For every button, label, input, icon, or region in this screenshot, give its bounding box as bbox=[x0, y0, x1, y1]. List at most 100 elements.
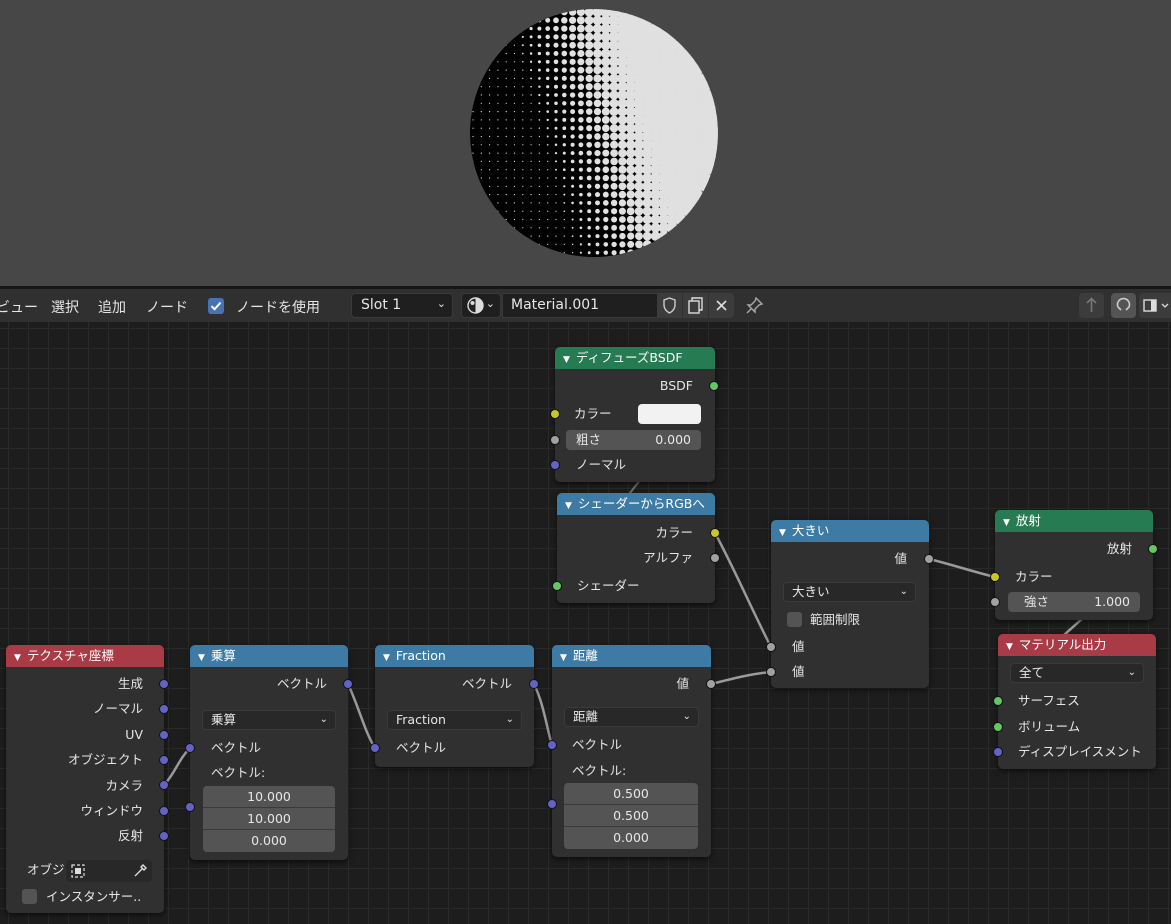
socket-texcoord-normal-out[interactable] bbox=[159, 704, 169, 714]
menu-node[interactable]: ノード bbox=[146, 297, 188, 317]
node-vector-distance[interactable]: ▼ 距離 値 距離 ⌄ ベクトル ベクトル: 0.500 0.500 0.000 bbox=[552, 645, 711, 857]
color-swatch[interactable] bbox=[638, 404, 701, 424]
material-browse-button[interactable]: ⌄ bbox=[461, 293, 501, 318]
vector-x-field[interactable]: 0.500 bbox=[564, 783, 698, 805]
collapse-triangle-icon[interactable]: ▼ bbox=[560, 653, 567, 663]
strength-field[interactable]: 強さ 1.000 bbox=[1008, 592, 1140, 612]
use-nodes-checkbox[interactable] bbox=[208, 298, 224, 314]
node-header[interactable]: ▼ 距離 bbox=[552, 645, 711, 667]
socket-diffuse-normal-in[interactable] bbox=[550, 460, 560, 470]
object-field[interactable] bbox=[66, 860, 152, 882]
socket-greater-value-out[interactable] bbox=[924, 554, 934, 564]
socket-distance-vector1-in[interactable] bbox=[547, 740, 557, 750]
roughness-label: 粗さ bbox=[576, 432, 602, 447]
sidebar-toggle-button[interactable] bbox=[1139, 293, 1171, 318]
socket-distance-value-out[interactable] bbox=[706, 679, 716, 689]
fake-user-button[interactable] bbox=[657, 293, 682, 318]
menu-view[interactable]: ビュー bbox=[0, 297, 38, 317]
collapse-triangle-icon[interactable]: ▼ bbox=[198, 653, 205, 663]
vector-value-stack: 10.000 10.000 0.000 bbox=[203, 786, 335, 852]
collapse-triangle-icon[interactable]: ▼ bbox=[565, 501, 572, 511]
socket-multiply-vector1-in[interactable] bbox=[185, 743, 195, 753]
socket-diffuse-roughness-in[interactable] bbox=[550, 435, 560, 445]
node-header[interactable]: ▼ Fraction bbox=[375, 645, 534, 667]
clamp-checkbox[interactable] bbox=[787, 612, 802, 627]
node-header[interactable]: ▼ 乗算 bbox=[190, 645, 348, 667]
node-header[interactable]: ▼ 大きい bbox=[771, 520, 929, 542]
node-vector-multiply[interactable]: ▼ 乗算 ベクトル 乗算 ⌄ ベクトル ベクトル: 10.000 10.000 0.… bbox=[190, 645, 348, 860]
target-dropdown[interactable]: 全て ⌄ bbox=[1010, 663, 1144, 683]
roughness-field[interactable]: 粗さ 0.000 bbox=[566, 430, 701, 450]
collapse-triangle-icon[interactable]: ▼ bbox=[1006, 642, 1013, 652]
socket-diffuse-color-in[interactable] bbox=[550, 409, 560, 419]
operation-dropdown[interactable]: 乗算 ⌄ bbox=[202, 710, 336, 730]
unlink-material-button[interactable] bbox=[709, 293, 734, 318]
socket-shader-rgb-shader-in[interactable] bbox=[552, 581, 562, 591]
collapse-triangle-icon[interactable]: ▼ bbox=[563, 355, 570, 365]
socket-diffuse-bsdf-out[interactable] bbox=[709, 381, 719, 391]
node-material-output[interactable]: ▼ マテリアル出力 全て ⌄ サーフェス ボリューム ディスプレイスメント bbox=[998, 634, 1156, 769]
vector-y-field[interactable]: 10.000 bbox=[203, 808, 335, 830]
collapse-triangle-icon[interactable]: ▼ bbox=[1003, 518, 1010, 528]
socket-distance-vector2-in[interactable] bbox=[547, 799, 557, 809]
socket-greater-value1-in[interactable] bbox=[766, 642, 776, 652]
node-vector-fraction[interactable]: ▼ Fraction ベクトル Fraction ⌄ ベクトル bbox=[375, 645, 534, 767]
node-texture-coordinate[interactable]: ▼ テクスチャ座標 生成 ノーマル UV オブジェクト カメラ ウィンドウ 反射 … bbox=[6, 645, 164, 913]
eyedropper-icon[interactable] bbox=[132, 863, 148, 879]
socket-output-surface-in[interactable] bbox=[993, 696, 1003, 706]
node-header[interactable]: ▼ シェーダーからRGBへ bbox=[557, 493, 715, 515]
material-name-field[interactable]: Material.001 bbox=[502, 293, 658, 318]
operation-dropdown[interactable]: 距離 ⌄ bbox=[564, 707, 699, 727]
collapse-triangle-icon[interactable]: ▼ bbox=[779, 528, 786, 538]
input-volume-label: ボリューム bbox=[1018, 719, 1081, 734]
input-vector1-label: ベクトル bbox=[211, 740, 262, 755]
parent-node-tree-button[interactable] bbox=[1079, 293, 1104, 318]
socket-shader-rgb-color-out[interactable] bbox=[710, 528, 720, 538]
socket-texcoord-reflection-out[interactable] bbox=[159, 831, 169, 841]
node-shader-to-rgb[interactable]: ▼ シェーダーからRGBへ カラー アルファ シェーダー bbox=[557, 493, 715, 603]
node-header[interactable]: ▼ マテリアル出力 bbox=[998, 634, 1156, 656]
socket-texcoord-window-out[interactable] bbox=[159, 806, 169, 816]
chevron-down-icon: ⌄ bbox=[682, 711, 691, 722]
pin-button[interactable] bbox=[742, 293, 767, 318]
socket-fraction-vector-in[interactable] bbox=[370, 743, 380, 753]
vector-x-field[interactable]: 10.000 bbox=[203, 786, 335, 808]
operation-dropdown[interactable]: 大きい ⌄ bbox=[783, 582, 916, 602]
socket-texcoord-uv-out[interactable] bbox=[159, 730, 169, 740]
operation-dropdown[interactable]: Fraction ⌄ bbox=[387, 710, 522, 730]
material-preview-viewport[interactable] bbox=[0, 0, 1171, 286]
socket-multiply-vector-out[interactable] bbox=[343, 679, 353, 689]
socket-shader-rgb-alpha-out[interactable] bbox=[710, 553, 720, 563]
node-greater-than[interactable]: ▼ 大きい 値 大きい ⌄ 範囲制限 値 値 bbox=[771, 520, 929, 688]
socket-output-displacement-in[interactable] bbox=[993, 747, 1003, 757]
vector-z-field[interactable]: 0.000 bbox=[564, 827, 698, 849]
vector-y-field[interactable]: 0.500 bbox=[564, 805, 698, 827]
socket-emission-color-in[interactable] bbox=[990, 572, 1000, 582]
socket-multiply-vector2-in[interactable] bbox=[185, 802, 195, 812]
collapse-triangle-icon[interactable]: ▼ bbox=[383, 653, 390, 663]
menu-select[interactable]: 選択 bbox=[51, 297, 79, 317]
new-material-button[interactable] bbox=[683, 293, 708, 318]
slot-dropdown[interactable]: Slot 1 ⌄ bbox=[351, 293, 453, 318]
vector-z-field[interactable]: 0.000 bbox=[203, 830, 335, 852]
output-bsdf-label: BSDF bbox=[659, 378, 693, 393]
object-field-label: オブジ bbox=[27, 862, 65, 877]
socket-fraction-vector-out[interactable] bbox=[529, 679, 539, 689]
node-diffuse-bsdf[interactable]: ▼ ディフューズBSDF BSDF カラー 粗さ 0.000 ノーマル bbox=[555, 347, 715, 482]
socket-texcoord-generated-out[interactable] bbox=[159, 679, 169, 689]
snap-toggle-button[interactable] bbox=[1111, 293, 1136, 318]
socket-output-volume-in[interactable] bbox=[993, 722, 1003, 732]
socket-texcoord-camera-out[interactable] bbox=[159, 780, 169, 790]
socket-texcoord-object-out[interactable] bbox=[159, 755, 169, 765]
input-shader-label: シェーダー bbox=[577, 578, 640, 593]
node-header[interactable]: ▼ ディフューズBSDF bbox=[555, 347, 715, 369]
node-header[interactable]: ▼ テクスチャ座標 bbox=[6, 645, 164, 667]
collapse-triangle-icon[interactable]: ▼ bbox=[14, 653, 21, 663]
socket-greater-value2-in[interactable] bbox=[766, 667, 776, 677]
node-emission[interactable]: ▼ 放射 放射 カラー 強さ 1.000 bbox=[995, 510, 1153, 620]
instancer-checkbox[interactable] bbox=[22, 889, 37, 904]
socket-emission-strength-in[interactable] bbox=[990, 597, 1000, 607]
node-header[interactable]: ▼ 放射 bbox=[995, 510, 1153, 532]
menu-add[interactable]: 追加 bbox=[98, 297, 126, 317]
socket-emission-out[interactable] bbox=[1148, 544, 1158, 554]
